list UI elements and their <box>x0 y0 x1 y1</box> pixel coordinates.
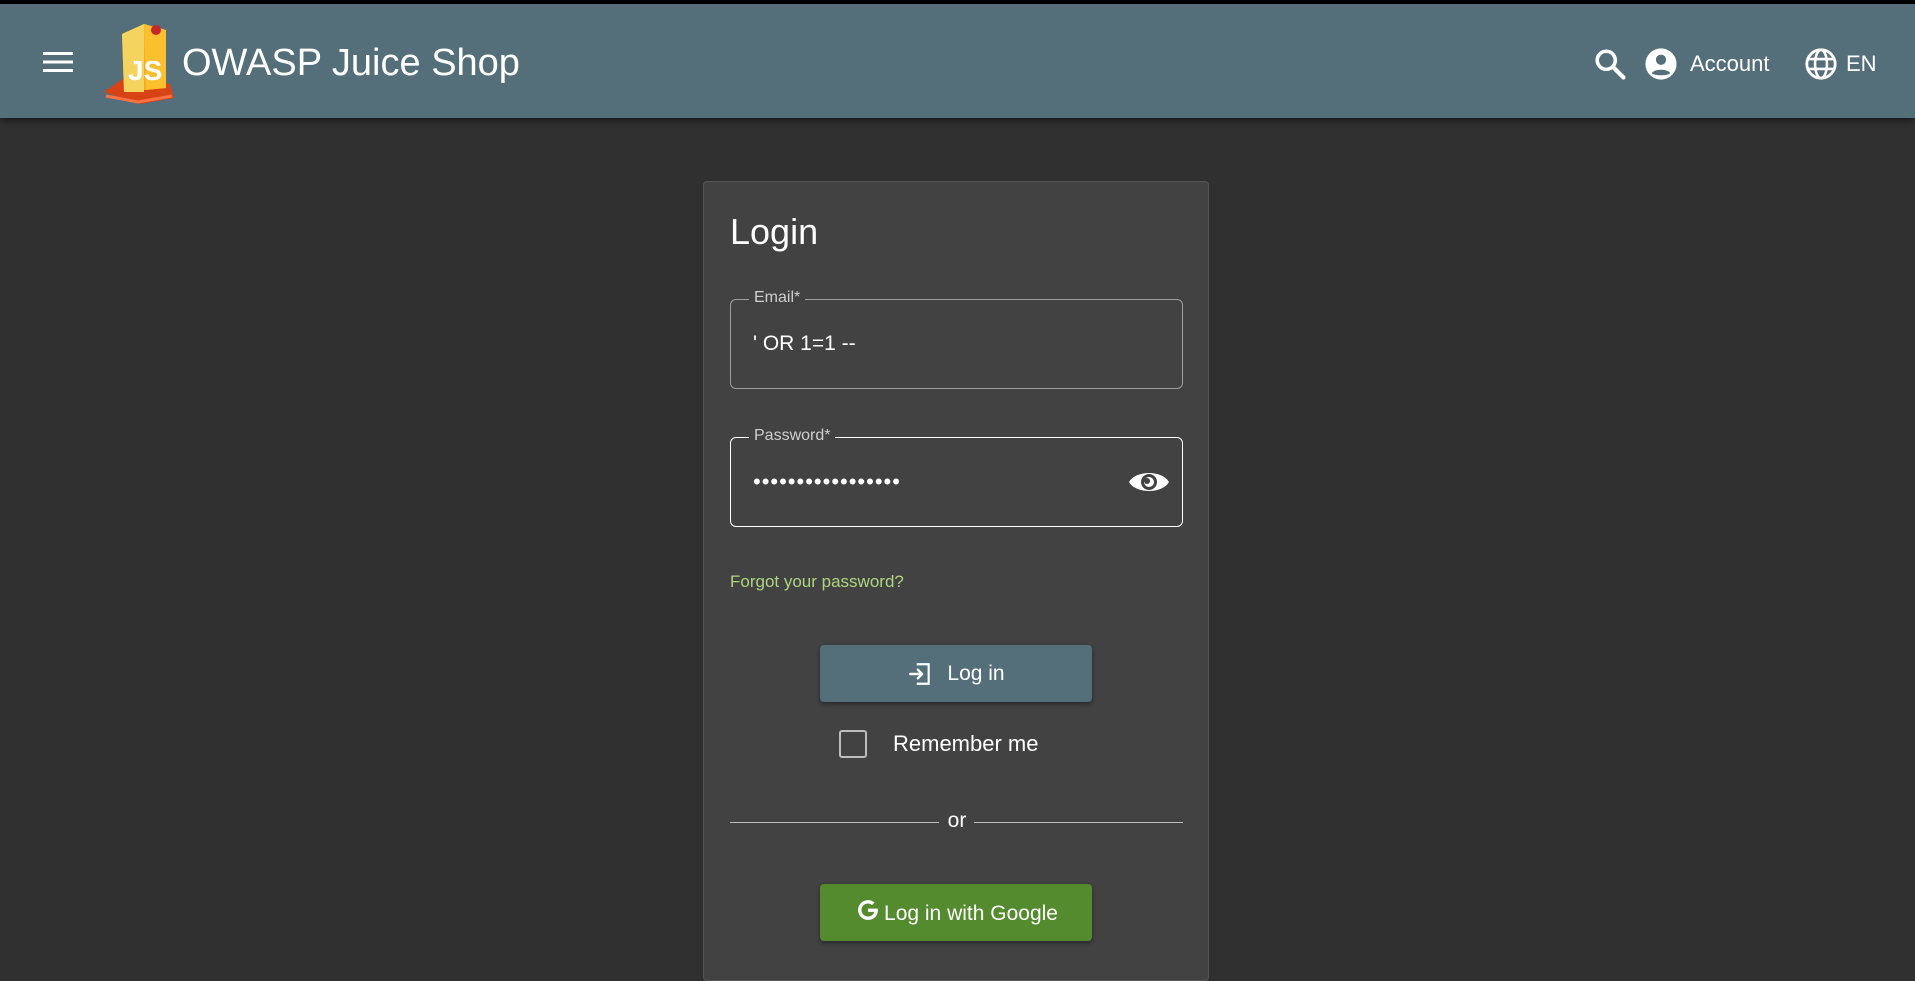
account-button[interactable]: Account <box>1644 42 1770 86</box>
juice-shop-logo[interactable]: JS <box>100 18 182 106</box>
top-toolbar: JS OWASP Juice Shop Account EN <box>0 0 1915 118</box>
google-g-icon <box>858 900 878 920</box>
remember-me-label: Remember me <box>893 731 1039 756</box>
email-field: Email* <box>730 289 1183 389</box>
email-label: Email* <box>749 289 806 307</box>
email-input[interactable] <box>753 326 1113 362</box>
divider-line-left <box>730 822 939 823</box>
login-button-label: Log in <box>947 661 1005 685</box>
search-icon <box>1595 49 1626 80</box>
globe-icon <box>1805 48 1837 80</box>
login-arrow-icon <box>909 662 931 685</box>
google-login-label: Log in with Google <box>884 902 1058 925</box>
forgot-password-link[interactable]: Forgot your password? <box>730 572 904 592</box>
search-button[interactable] <box>1592 46 1628 82</box>
password-input[interactable] <box>753 464 1113 500</box>
login-title: Login <box>730 211 819 252</box>
account-label: Account <box>1690 51 1770 76</box>
hamburger-menu-icon <box>43 52 73 72</box>
login-card: Login Email* Password* Forgot your passw… <box>703 181 1209 981</box>
password-label: Password* <box>749 427 836 445</box>
menu-button[interactable] <box>34 42 82 82</box>
app-title[interactable]: OWASP Juice Shop <box>182 40 520 86</box>
language-button[interactable]: EN <box>1804 42 1877 86</box>
login-button[interactable]: Log in <box>820 645 1092 702</box>
google-login-button[interactable]: Log in with Google <box>820 884 1092 941</box>
checkbox-box[interactable] <box>839 730 867 758</box>
password-field: Password* <box>730 427 1183 527</box>
svg-text:JS: JS <box>128 55 162 86</box>
divider-line-right <box>974 822 1183 823</box>
remember-me-checkbox[interactable]: Remember me <box>839 727 1038 761</box>
divider-or-text: or <box>947 809 967 832</box>
eye-icon <box>1129 473 1169 491</box>
password-visibility-toggle[interactable] <box>1126 462 1172 502</box>
language-label: EN <box>1846 51 1877 76</box>
account-circle-icon <box>1645 48 1677 80</box>
